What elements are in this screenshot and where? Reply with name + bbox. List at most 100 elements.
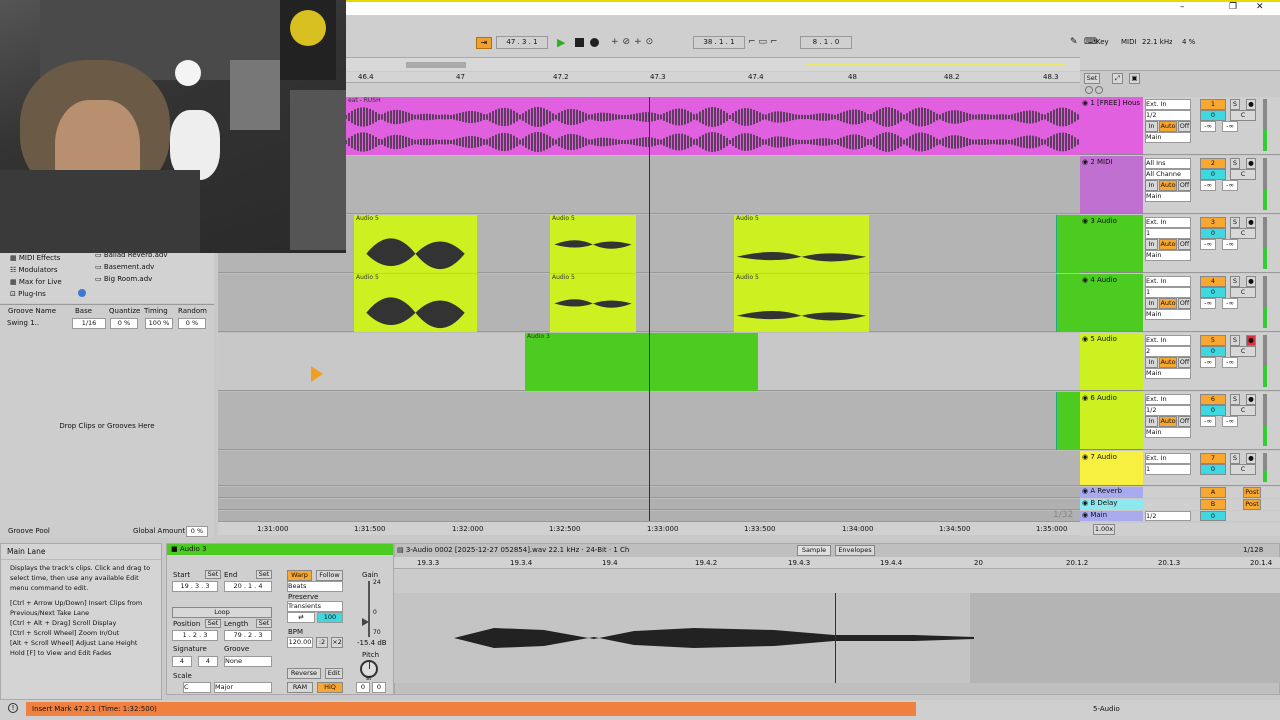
- arrow-right-icon[interactable]: [1095, 86, 1103, 94]
- transient-loop-select[interactable]: ⇄: [287, 612, 315, 623]
- audio-clip[interactable]: [1056, 274, 1080, 332]
- track-number-button[interactable]: 4: [1200, 276, 1226, 287]
- clip-title[interactable]: ■ Audio 3: [167, 544, 393, 555]
- track-header[interactable]: ◉ 2 MIDI: [1080, 156, 1143, 214]
- pitch-fine-field[interactable]: 0: [372, 682, 386, 693]
- arrow-left-icon[interactable]: [1085, 86, 1093, 94]
- input-type-select[interactable]: Ext. In: [1145, 276, 1191, 287]
- track-header[interactable]: ◉ 6 Audio: [1080, 392, 1143, 450]
- gain-handle-icon[interactable]: [362, 618, 369, 626]
- end-set-button[interactable]: Set: [256, 570, 272, 579]
- volume-field[interactable]: 0: [1200, 464, 1226, 475]
- audio-clip[interactable]: Audio 5: [354, 274, 477, 332]
- input-type-select[interactable]: Ext. In: [1145, 335, 1191, 346]
- pan-field[interactable]: C: [1230, 228, 1256, 239]
- input-channel-select[interactable]: 2: [1145, 346, 1191, 357]
- monitor-in-button[interactable]: In: [1145, 180, 1158, 191]
- volume-field[interactable]: 0: [1200, 228, 1226, 239]
- audio-clip[interactable]: Audio 5: [734, 274, 869, 332]
- return-b-post[interactable]: Post: [1243, 499, 1261, 510]
- monitor-auto-button[interactable]: Auto: [1159, 121, 1177, 132]
- position-field[interactable]: 1 . 2 . 3: [172, 630, 218, 641]
- solo-button[interactable]: S: [1230, 335, 1240, 346]
- ram-button[interactable]: RAM: [287, 682, 313, 693]
- sig-numerator[interactable]: 4: [172, 656, 192, 667]
- sample-waveform[interactable]: [394, 593, 1280, 683]
- solo-button[interactable]: S: [1230, 276, 1240, 287]
- groove-quantize[interactable]: 0 %: [110, 318, 138, 329]
- input-channel-select[interactable]: 1: [1145, 287, 1191, 298]
- return-a-post[interactable]: Post: [1243, 487, 1261, 498]
- preserve-select[interactable]: Transients: [287, 601, 343, 612]
- sig-denominator[interactable]: 4: [198, 656, 218, 667]
- pan-field[interactable]: C: [1230, 287, 1256, 298]
- solo-button[interactable]: S: [1230, 158, 1240, 169]
- follow-button[interactable]: ⇥: [476, 37, 492, 49]
- song-position[interactable]: 47 . 3 . 1: [496, 36, 548, 49]
- input-channel-select[interactable]: 1: [1145, 464, 1191, 475]
- arm-button[interactable]: ●: [1246, 394, 1256, 405]
- input-channel-select[interactable]: 1/2: [1145, 110, 1191, 121]
- bpm-field[interactable]: 120.00: [287, 637, 313, 648]
- volume-field[interactable]: 0: [1200, 346, 1226, 357]
- follow-clip-button[interactable]: Follow: [316, 570, 343, 581]
- track-header[interactable]: ◉ 5 Audio: [1080, 333, 1143, 391]
- solo-button[interactable]: S: [1230, 217, 1240, 228]
- groove-drop-zone[interactable]: Drop Clips or Grooves Here: [0, 422, 214, 430]
- monitor-in-button[interactable]: In: [1145, 298, 1158, 309]
- monitor-off-button[interactable]: Off: [1178, 298, 1191, 309]
- arm-button[interactable]: ●: [1246, 158, 1256, 169]
- send-a[interactable]: -∞: [1200, 416, 1216, 427]
- monitor-in-button[interactable]: In: [1145, 416, 1158, 427]
- pan-field[interactable]: C: [1230, 110, 1256, 121]
- send-a[interactable]: -∞: [1200, 121, 1216, 132]
- track-header[interactable]: ◉ 7 Audio: [1080, 451, 1143, 486]
- input-type-select[interactable]: Ext. In: [1145, 394, 1191, 405]
- monitor-auto-button[interactable]: Auto: [1159, 357, 1177, 368]
- pitch-field[interactable]: 0: [356, 682, 370, 693]
- edit-button[interactable]: Edit: [325, 668, 343, 679]
- preset-file[interactable]: ▭ Big Room.adv: [95, 275, 152, 283]
- send-a[interactable]: -∞: [1200, 239, 1216, 250]
- start-set-button[interactable]: Set: [205, 570, 221, 579]
- stop-button[interactable]: [575, 38, 584, 47]
- browser-item-midi-effects[interactable]: ▦ MIDI Effects: [10, 254, 60, 262]
- scale-root[interactable]: C: [183, 682, 211, 693]
- monitor-off-button[interactable]: Off: [1178, 357, 1191, 368]
- monitor-in-button[interactable]: In: [1145, 357, 1158, 368]
- arm-button[interactable]: ●: [1246, 99, 1256, 110]
- midi-map-button[interactable]: MIDI: [1121, 38, 1139, 46]
- groove-timing[interactable]: 100 %: [145, 318, 173, 329]
- output-select[interactable]: Main: [1145, 309, 1191, 320]
- pan-field[interactable]: C: [1230, 169, 1256, 180]
- return-header-a[interactable]: ◉ A Reverb: [1080, 487, 1143, 498]
- hiq-button[interactable]: HiQ: [317, 682, 343, 693]
- arm-button[interactable]: ●: [1246, 453, 1256, 464]
- sample-ruler[interactable]: 19.3.3 19.3.4 19.4 19.4.2 19.4.3 19.4.4 …: [394, 557, 1280, 569]
- monitor-off-button[interactable]: Off: [1178, 239, 1191, 250]
- send-b[interactable]: -∞: [1222, 298, 1238, 309]
- envelope-percent[interactable]: 100: [317, 612, 343, 623]
- double-tempo-button[interactable]: ×2: [331, 637, 343, 648]
- length-field[interactable]: 79 . 2 . 3: [224, 630, 272, 641]
- input-channel-select[interactable]: 1: [1145, 228, 1191, 239]
- warp-mode-select[interactable]: Beats: [287, 581, 343, 592]
- pan-field[interactable]: C: [1230, 405, 1256, 416]
- monitor-in-button[interactable]: In: [1145, 239, 1158, 250]
- main-track-header[interactable]: ◉ Main: [1080, 511, 1143, 521]
- global-amount[interactable]: 0 %: [186, 526, 208, 537]
- send-b[interactable]: -∞: [1222, 121, 1238, 132]
- track-header[interactable]: ◉ 4 Audio: [1080, 274, 1143, 332]
- volume-field[interactable]: 0: [1200, 287, 1226, 298]
- gain-value[interactable]: -15.4 dB: [357, 639, 387, 647]
- monitor-auto-button[interactable]: Auto: [1159, 180, 1177, 191]
- send-a[interactable]: -∞: [1200, 357, 1216, 368]
- groove-name[interactable]: Swing 1...: [7, 319, 39, 327]
- scale-mode[interactable]: Major: [214, 682, 272, 693]
- solo-button[interactable]: S: [1230, 394, 1240, 405]
- play-button[interactable]: ▶: [557, 37, 569, 49]
- input-type-select[interactable]: Ext. In: [1145, 217, 1191, 228]
- output-select[interactable]: Main: [1145, 427, 1191, 438]
- audio-clip[interactable]: Audio 5: [550, 274, 636, 332]
- audio-clip[interactable]: [1056, 215, 1080, 273]
